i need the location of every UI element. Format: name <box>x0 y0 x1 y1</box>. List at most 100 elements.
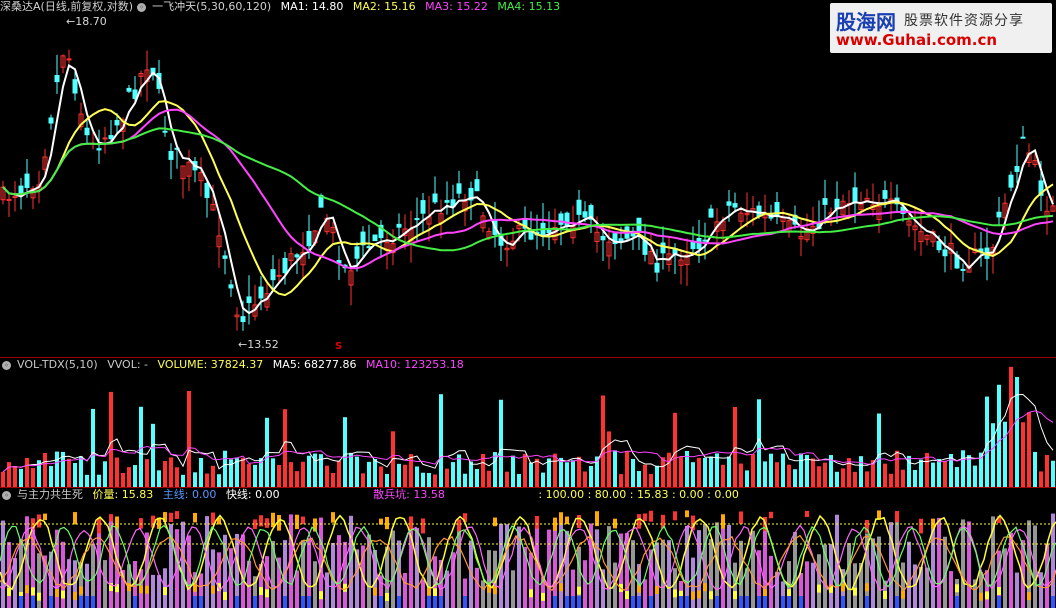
volume-bar <box>415 466 419 487</box>
indicator-low-mark <box>853 587 857 596</box>
indicator-base-mark <box>379 596 383 608</box>
indicator-low-mark <box>655 585 659 594</box>
volume-bar <box>139 406 143 487</box>
indicator-chart-panel[interactable]: ◦ 与主力共生死 价量: 15.83 主线: 0.00 快线: 0.00 散兵坑:… <box>0 487 1056 608</box>
indicator-base-mark <box>649 596 653 608</box>
fast-line-readout: 快线: 0.00 <box>225 488 280 501</box>
indicator-top-mark <box>673 511 677 521</box>
indicator-base-mark <box>301 596 305 608</box>
candle-body <box>660 242 666 254</box>
indicator-base-mark <box>577 596 581 608</box>
indicator-low-mark <box>673 589 677 598</box>
volume-bar <box>589 465 593 487</box>
indicator-base-mark <box>841 596 845 608</box>
volume-bar <box>247 463 251 487</box>
indicator-bar <box>511 570 515 608</box>
settings-circle-icon[interactable]: ◦ <box>137 2 147 12</box>
volume-bar <box>169 457 173 487</box>
indicator-top-mark <box>301 516 305 525</box>
volume-bar <box>655 465 659 487</box>
vvol-readout: VVOL: - <box>107 358 149 371</box>
volume-bar <box>967 455 971 487</box>
candle-body <box>372 234 378 242</box>
indicator-bar <box>949 571 953 608</box>
indicator-top-mark <box>73 512 77 525</box>
indicator-base-mark <box>955 596 959 608</box>
volume-bar <box>295 471 299 487</box>
volume-bar <box>811 458 815 487</box>
settings-circle-icon[interactable]: ◦ <box>2 360 11 370</box>
candle-body <box>294 254 300 258</box>
volume-chart-panel[interactable]: ◦ VOL-TDX(5,10) VVOL: - VOLUME: 37824.37 … <box>0 357 1056 487</box>
volume-bar <box>397 463 401 487</box>
volume-bar <box>823 462 827 487</box>
candle-body <box>1014 166 1020 172</box>
volume-bars-chart[interactable] <box>0 358 1056 487</box>
indicator-bar <box>151 574 155 608</box>
volume-bar <box>433 474 437 487</box>
volume-bar <box>523 453 527 487</box>
indicator-low-mark <box>979 592 983 601</box>
volume-bar <box>1021 422 1025 487</box>
volume-bar <box>913 469 917 487</box>
indicator-low-mark <box>385 592 389 601</box>
candle-body <box>306 230 312 247</box>
volume-bar <box>355 456 359 487</box>
indicator-bar <box>925 567 929 608</box>
indicator-low-mark <box>697 590 701 599</box>
price-panel-header: 深桑达A(日线,前复权,对数) ◦ 一飞冲天(5,30,60,120) MA1: 1… <box>0 0 566 14</box>
indicator-low-mark <box>841 583 845 592</box>
volume-bar <box>625 451 629 487</box>
indicator-top-mark <box>895 511 899 523</box>
settings-circle-icon[interactable]: ◦ <box>2 490 11 500</box>
volume-bar <box>31 468 35 487</box>
candle-body <box>822 198 828 205</box>
indicator-low-mark <box>625 591 629 600</box>
volume-bar <box>793 469 797 487</box>
candle-body <box>702 239 708 242</box>
indicator-top-mark <box>769 511 773 519</box>
indicator-name: 一飞冲天(5,30,60,120) <box>152 0 272 13</box>
candle-body <box>936 240 942 251</box>
indicator-bar <box>181 521 185 608</box>
indicator-base-mark <box>49 596 53 608</box>
indicator-top-mark <box>493 517 497 527</box>
volume-bar <box>499 399 503 487</box>
indicator-base-mark <box>133 596 137 608</box>
candle-body <box>396 223 402 228</box>
candle-body <box>960 268 966 271</box>
indicator-base-mark <box>283 596 287 608</box>
indicator-base-mark <box>433 596 437 608</box>
candlestick-chart[interactable] <box>0 0 1056 356</box>
candle-body <box>228 284 234 289</box>
candle-body <box>996 211 1002 218</box>
indicator-chart[interactable] <box>0 488 1056 608</box>
candle-body <box>456 183 462 194</box>
indicator-base-mark <box>565 596 569 608</box>
volume-bar <box>661 457 665 487</box>
indicator-top-mark <box>97 517 101 534</box>
indicator-bar <box>811 562 815 608</box>
volume-bar <box>991 423 995 487</box>
low-price-label: ←13.52 <box>238 338 279 351</box>
indicator-top-mark <box>193 512 197 523</box>
volume-bar <box>1045 455 1049 487</box>
volume-bar <box>895 450 899 487</box>
indicator-low-mark <box>259 587 263 596</box>
indicator-base-mark <box>91 596 95 608</box>
volume-bar <box>505 471 509 487</box>
indicator-base-mark <box>685 596 689 608</box>
indicator-base-mark <box>631 596 635 608</box>
candle-body <box>1008 174 1014 188</box>
candle-body <box>420 200 426 214</box>
volume-bar <box>583 471 587 487</box>
indicator-bar <box>847 543 851 608</box>
indicator-low-mark <box>7 587 11 596</box>
price-chart-panel[interactable]: 深桑达A(日线,前复权,对数) ◦ 一飞冲天(5,30,60,120) MA1: 1… <box>0 0 1056 356</box>
volume-bar <box>181 474 185 487</box>
volume-bar <box>241 457 245 487</box>
indicator-bar <box>1015 572 1019 608</box>
volume-bar <box>331 472 335 487</box>
indicator-low-mark <box>55 588 59 597</box>
volume-bar <box>157 470 161 487</box>
